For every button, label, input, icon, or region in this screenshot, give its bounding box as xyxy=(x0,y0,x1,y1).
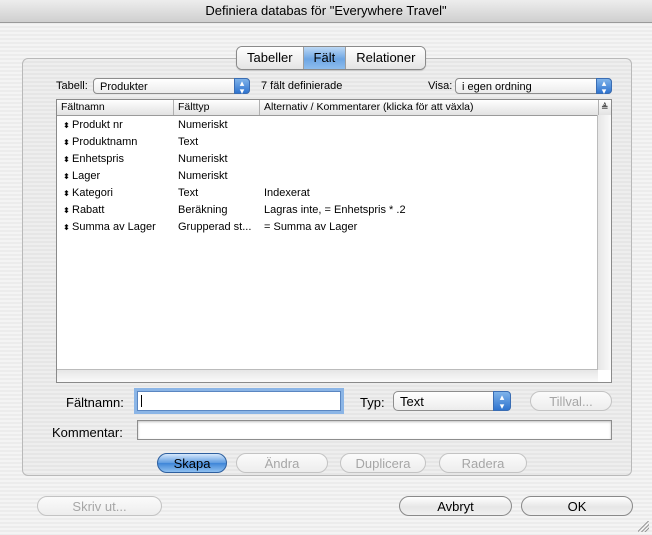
row-field-type: Text xyxy=(178,187,199,199)
comment-label: Kommentar: xyxy=(52,425,123,440)
row-field-type: Numeriskt xyxy=(178,170,228,182)
row-field-type: Text xyxy=(178,136,199,148)
column-header-name[interactable]: Fältnamn xyxy=(57,100,174,115)
ok-button[interactable]: OK xyxy=(521,496,633,516)
type-popup[interactable]: Text ▴ ▾ xyxy=(393,391,511,411)
row-field-options xyxy=(260,151,599,168)
table-row[interactable]: ⬍ Produktnamn Text xyxy=(57,134,599,151)
row-field-type: Grupperad st... xyxy=(178,221,252,233)
change-button[interactable]: Ändra xyxy=(236,453,328,473)
row-field-name: Produkt nr xyxy=(72,119,123,131)
horizontal-scrollbar[interactable] xyxy=(57,369,598,382)
row-field-options: Lagras inte, = Enhetspris * .2 xyxy=(264,204,406,216)
tab-fields[interactable]: Fält xyxy=(303,47,347,69)
table-row[interactable]: ⬍ Enhetspris Numeriskt xyxy=(57,151,599,168)
text-caret xyxy=(141,395,142,407)
table-selector-popup[interactable]: Produkter ▴ ▾ xyxy=(93,78,250,96)
table-row[interactable]: ⬍ Produkt nr Numeriskt xyxy=(57,117,599,134)
view-selector-value: i egen ordning xyxy=(462,81,532,93)
fields-table: Fältnamn Fälttyp Alternativ / Kommentare… xyxy=(56,99,612,383)
tab-relations[interactable]: Relationer xyxy=(346,47,426,69)
cancel-button[interactable]: Avbryt xyxy=(399,496,512,516)
create-button[interactable]: Skapa xyxy=(157,453,227,473)
column-header-type[interactable]: Fälttyp xyxy=(174,100,260,115)
popup-arrows-icon: ▴ ▾ xyxy=(596,78,612,96)
resize-grip-icon[interactable] xyxy=(638,521,649,532)
table-selector-label: Tabell: xyxy=(56,80,88,92)
row-field-options xyxy=(260,134,599,151)
row-field-name: Rabatt xyxy=(72,204,105,216)
field-name-label: Fältnamn: xyxy=(66,395,124,410)
comment-input[interactable] xyxy=(137,420,612,440)
row-field-name: Lager xyxy=(72,170,101,182)
row-field-type: Beräkning xyxy=(178,204,228,216)
row-field-name: Kategori xyxy=(72,187,113,199)
drag-handle-icon[interactable]: ⬍ xyxy=(63,219,72,236)
field-count: 7 fält definierade xyxy=(261,80,343,92)
table-row[interactable]: ⬍ Rabatt Beräkning Lagras inte, = Enhetsp… xyxy=(57,202,599,219)
vertical-scrollbar[interactable] xyxy=(597,115,611,370)
table-header: Fältnamn Fälttyp Alternativ / Kommentare… xyxy=(57,100,611,116)
row-field-options xyxy=(260,168,599,185)
tab-bar: Tabeller Fält Relationer xyxy=(236,46,427,70)
view-selector-popup[interactable]: i egen ordning ▴ ▾ xyxy=(455,78,612,96)
drag-handle-icon[interactable]: ⬍ xyxy=(63,168,72,185)
sort-order-icon[interactable]: ≜ xyxy=(599,100,611,115)
row-field-options: = Summa av Lager xyxy=(264,221,358,233)
options-button[interactable]: Tillval... xyxy=(530,391,612,411)
drag-handle-icon[interactable]: ⬍ xyxy=(63,117,72,134)
popup-arrows-icon: ▴ ▾ xyxy=(234,78,250,96)
delete-button[interactable]: Radera xyxy=(439,453,527,473)
row-field-type: Numeriskt xyxy=(178,119,228,131)
duplicate-button[interactable]: Duplicera xyxy=(340,453,426,473)
table-row[interactable]: ⬍ Summa av Lager Grupperad st... = Summa … xyxy=(57,219,599,236)
row-field-options: Indexerat xyxy=(264,187,310,199)
table-selector-value: Produkter xyxy=(100,81,148,93)
row-field-options xyxy=(260,117,599,134)
row-field-name: Enhetspris xyxy=(72,153,124,165)
type-value: Text xyxy=(400,394,424,409)
row-field-name: Summa av Lager xyxy=(72,221,156,233)
row-field-type: Numeriskt xyxy=(178,153,228,165)
tab-tables[interactable]: Tabeller xyxy=(237,47,304,69)
drag-handle-icon[interactable]: ⬍ xyxy=(63,185,72,202)
drag-handle-icon[interactable]: ⬍ xyxy=(63,151,72,168)
drag-handle-icon[interactable]: ⬍ xyxy=(63,202,72,219)
table-row[interactable]: ⬍ Lager Numeriskt xyxy=(57,168,599,185)
print-button[interactable]: Skriv ut... xyxy=(37,496,162,516)
table-row[interactable]: ⬍ Kategori Text Indexerat xyxy=(57,185,599,202)
field-name-input[interactable] xyxy=(137,391,341,411)
column-header-options[interactable]: Alternativ / Kommentarer (klicka för att… xyxy=(260,100,599,115)
popup-arrows-icon: ▴ ▾ xyxy=(493,391,511,411)
type-label: Typ: xyxy=(360,395,385,410)
row-field-name: Produktnamn xyxy=(72,136,138,148)
drag-handle-icon[interactable]: ⬍ xyxy=(63,134,72,151)
view-selector-label: Visa: xyxy=(428,80,453,92)
window-title: Definiera databas för "Everywhere Travel… xyxy=(0,0,652,23)
